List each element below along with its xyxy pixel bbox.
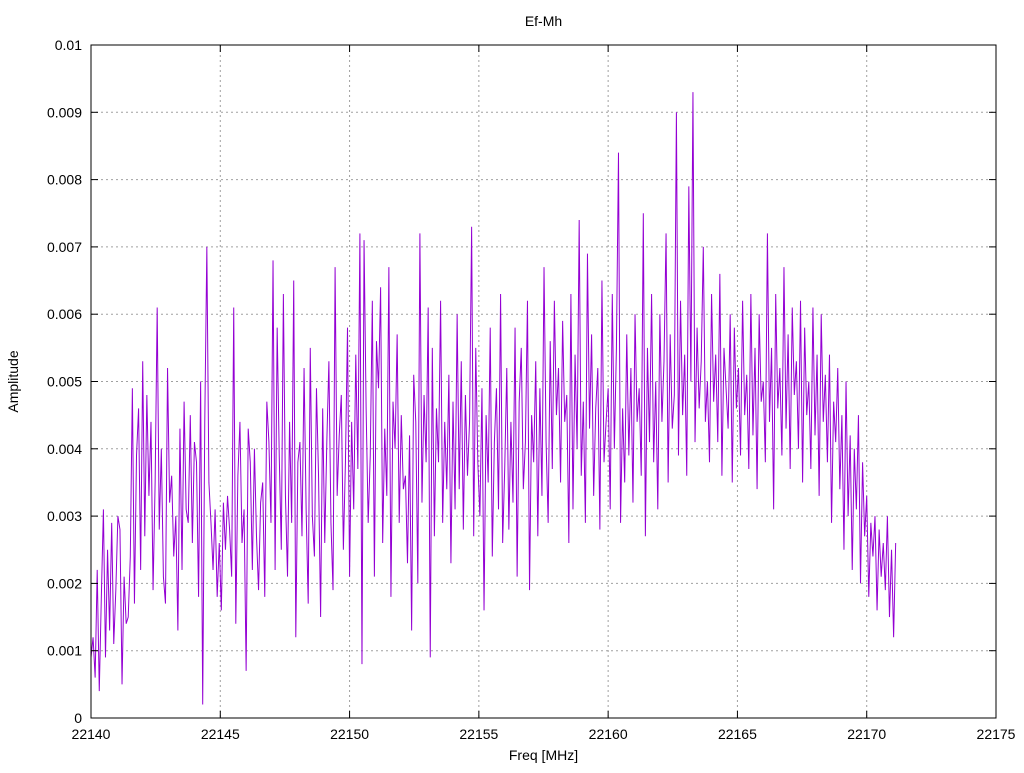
x-tick-label: 22140: [72, 726, 111, 742]
y-tick-label: 0.001: [47, 643, 82, 659]
y-tick-label: 0.008: [47, 172, 82, 188]
y-tick-label: 0.005: [47, 374, 82, 390]
chart-container: 22140 22145 22150 22155 22160 22165 22170 22175…: [0, 0, 1024, 768]
y-tick-label: 0.006: [47, 306, 82, 322]
chart-title: Ef-Mh: [525, 13, 562, 29]
x-tick-label: 22170: [847, 726, 886, 742]
y-axis-label: Amplitude: [5, 350, 21, 412]
y-tick-label: 0.004: [47, 441, 82, 457]
y-tick-label: 0.007: [47, 239, 82, 255]
x-tick-label: 22160: [589, 726, 628, 742]
x-tick-label: 22150: [330, 726, 369, 742]
line-chart: 22140 22145 22150 22155 22160 22165 22170 22175…: [0, 0, 1024, 768]
x-axis-label: Freq [MHz]: [509, 747, 578, 763]
x-tick-label: 22145: [201, 726, 240, 742]
x-tick-label: 22155: [459, 726, 498, 742]
x-tick-label: 22165: [718, 726, 757, 742]
chart-background: [0, 0, 1024, 768]
y-tick-label: 0.01: [55, 37, 82, 53]
y-tick-label: 0.009: [47, 104, 82, 120]
y-tick-label: 0: [74, 710, 82, 726]
y-tick-label: 0.003: [47, 508, 82, 524]
y-tick-label: 0.002: [47, 575, 82, 591]
x-tick-label: 22175: [977, 726, 1016, 742]
